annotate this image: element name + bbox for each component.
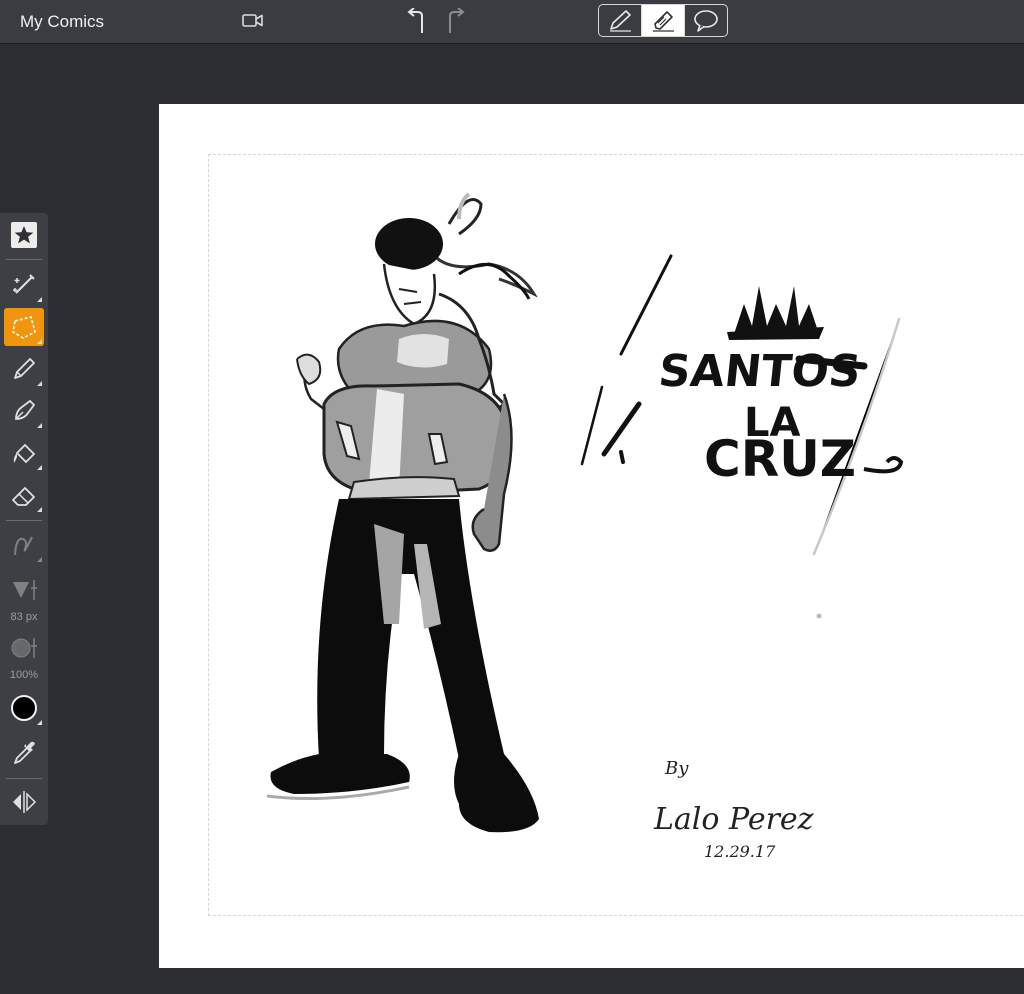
opacity-icon (11, 638, 37, 658)
video-camera-icon[interactable] (242, 13, 264, 29)
opacity-control[interactable] (4, 629, 44, 667)
smoothing-curve-icon (14, 536, 33, 556)
pencil-icon (14, 358, 35, 379)
pencil-tool[interactable] (4, 350, 44, 388)
submenu-indicator (37, 339, 42, 344)
symmetry-icon (13, 791, 37, 813)
brush-size-icon (13, 580, 37, 600)
undo-icon[interactable] (404, 8, 428, 34)
brush-size-control[interactable] (4, 571, 44, 609)
speech-bubble-mode-button[interactable] (684, 5, 727, 36)
submenu-indicator (37, 381, 42, 386)
speech-bubble-icon (694, 9, 718, 32)
submenu-indicator (37, 423, 42, 428)
eraser-icon (12, 487, 35, 506)
opacity-value: 100% (9, 669, 39, 681)
toolbar-divider (6, 520, 42, 521)
symmetry-tool[interactable] (4, 783, 44, 821)
document-title[interactable]: My Comics (20, 12, 104, 32)
artwork: SANTOS LA CRUZ By Lalo Perez 12.29.17 (266, 192, 904, 861)
santos-la-cruz-logo: SANTOS LA CRUZ (656, 286, 904, 488)
redo-icon[interactable] (444, 8, 468, 34)
marker-icon (653, 10, 674, 32)
submenu-indicator (37, 720, 42, 725)
submenu-indicator (37, 297, 42, 302)
svg-text:CRUZ: CRUZ (704, 430, 856, 488)
toolbar-divider (6, 778, 42, 779)
lasso-selection-tool[interactable] (4, 308, 44, 346)
svg-text:SANTOS: SANTOS (656, 346, 863, 397)
submenu-indicator (37, 465, 42, 470)
fill-bucket-icon (13, 443, 36, 464)
favorites-button[interactable] (4, 216, 44, 254)
brush-size-value: 83 px (10, 611, 38, 623)
smoothing-curve-tool[interactable] (4, 526, 44, 564)
eyedropper-tool[interactable] (4, 735, 44, 773)
marker-mode-button[interactable] (641, 5, 684, 36)
submenu-indicator (37, 507, 42, 512)
color-picker-button[interactable] (4, 689, 44, 727)
submenu-indicator (37, 557, 42, 562)
toolbar-divider (6, 259, 42, 260)
left-toolbar: 83 px 100% (0, 213, 48, 825)
fill-bucket-tool[interactable] (4, 434, 44, 472)
motion-lines (580, 254, 901, 556)
pen-icon (15, 399, 36, 420)
magic-wand-icon (13, 274, 35, 294)
artist-signature: By Lalo Perez 12.29.17 (653, 758, 814, 861)
svg-text:By: By (664, 758, 689, 779)
drawing-canvas[interactable]: SANTOS LA CRUZ By Lalo Perez 12.29.17 (159, 104, 1024, 968)
pencil-mode-button[interactable] (599, 5, 641, 36)
eraser-tool[interactable] (4, 476, 44, 514)
lasso-selection-icon (12, 316, 36, 339)
magic-wand-tool[interactable] (4, 266, 44, 304)
eyedropper-icon (14, 741, 35, 764)
favorites-star-icon (11, 222, 37, 248)
drawing-mode-switcher (598, 4, 728, 37)
pencil-icon (610, 9, 631, 32)
svg-text:12.29.17: 12.29.17 (704, 842, 776, 861)
pen-tool[interactable] (4, 392, 44, 430)
svg-text:Lalo Perez: Lalo Perez (653, 802, 814, 837)
character-illustration (266, 192, 539, 833)
top-bar: My Comics (0, 0, 1024, 44)
color-swatch-icon (11, 695, 37, 721)
